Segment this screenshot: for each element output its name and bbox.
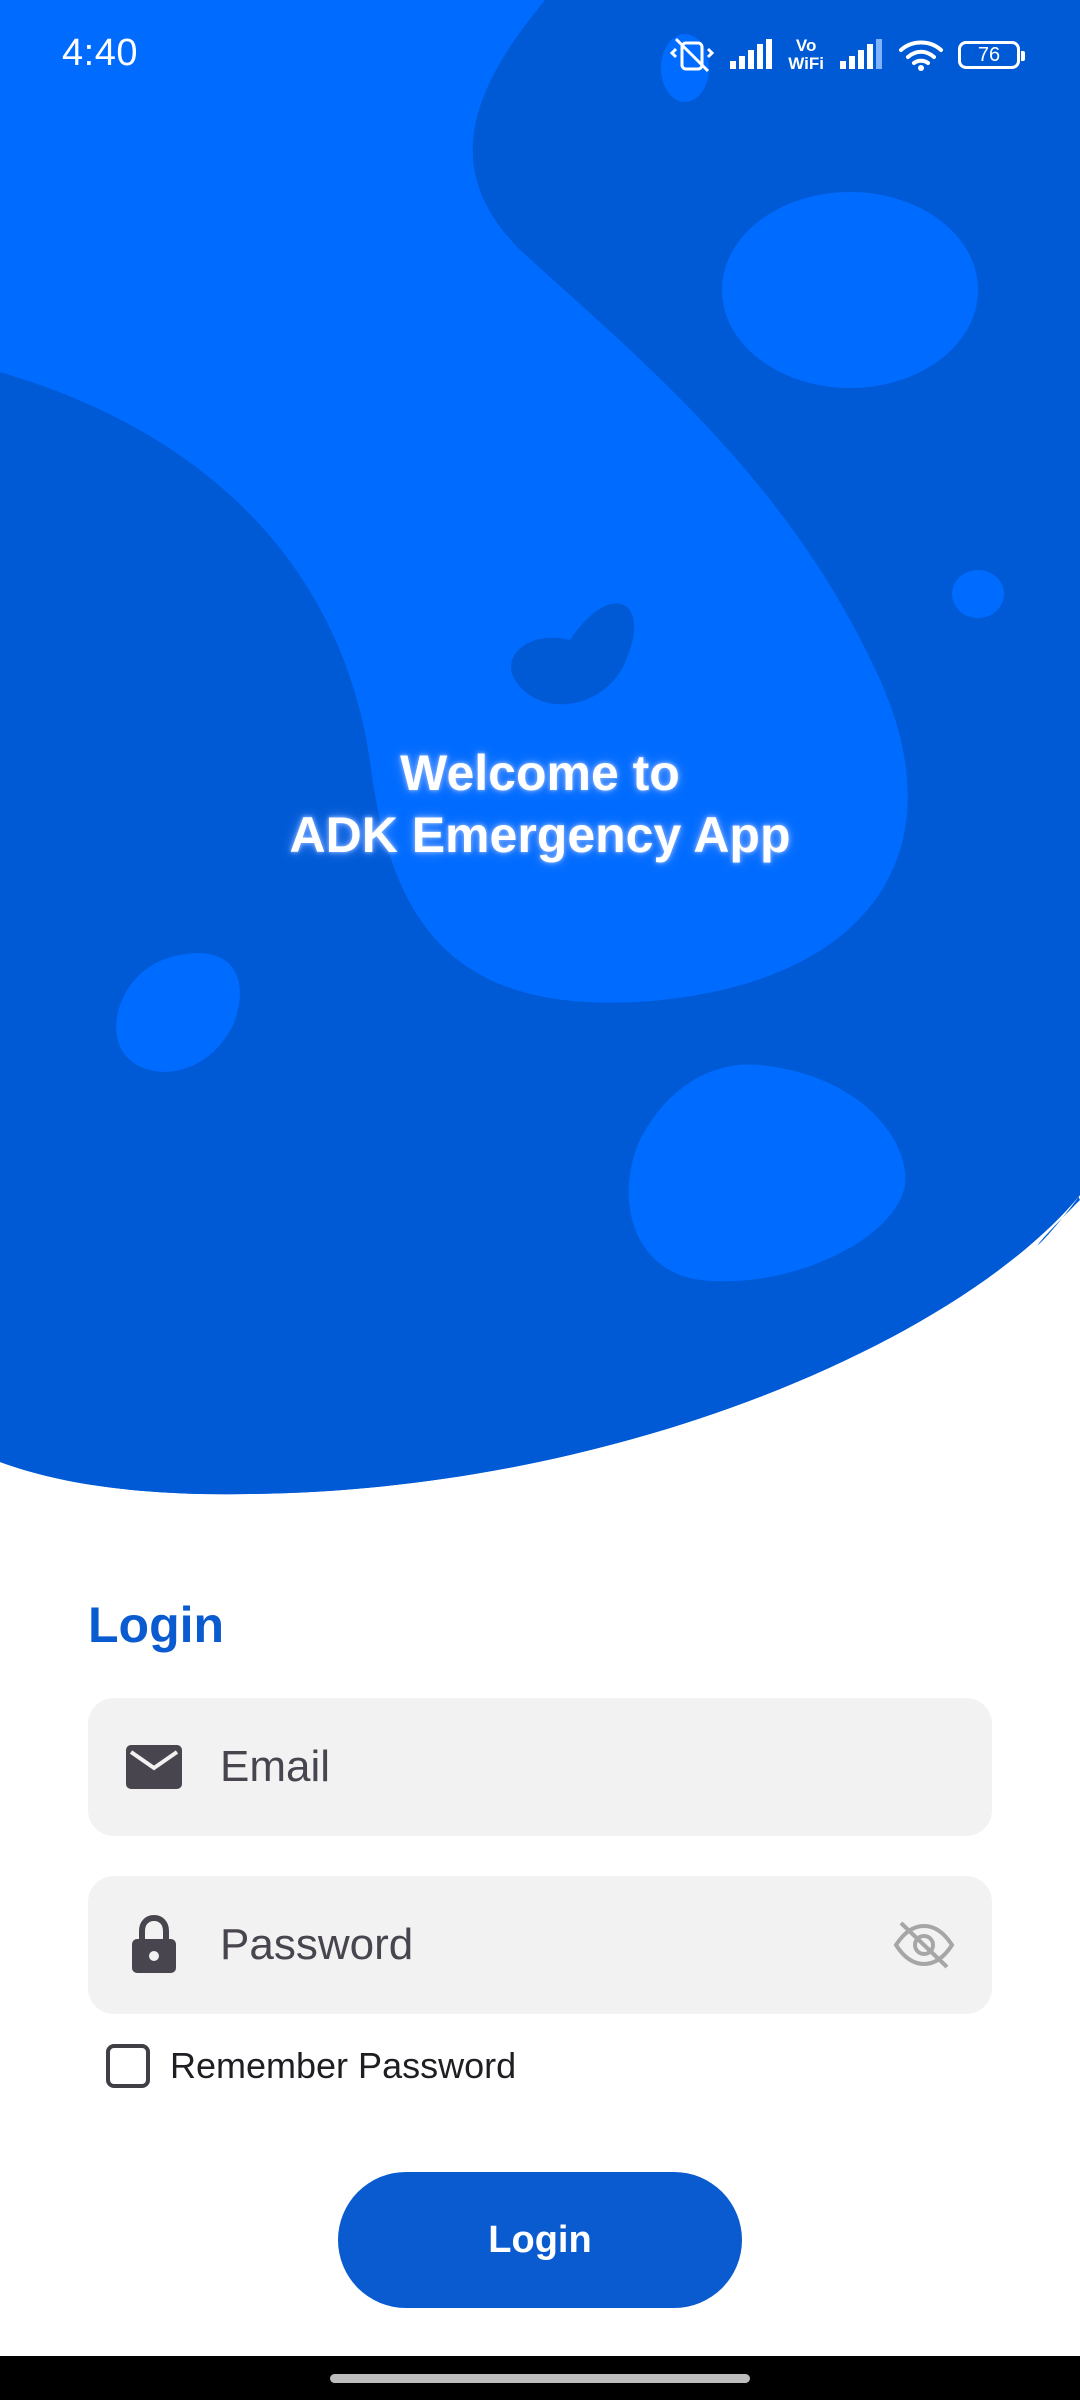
remember-password-label: Remember Password	[170, 2045, 517, 2086]
login-button[interactable]: Login	[338, 2172, 742, 2308]
wifi-icon	[898, 38, 944, 72]
signal-icon	[728, 39, 774, 71]
vowifi-top-text: Vo	[795, 36, 817, 55]
welcome-line-1: Welcome to	[400, 745, 680, 801]
battery-level: 76	[977, 43, 1001, 66]
remember-password-checkbox[interactable]	[106, 2044, 150, 2088]
login-heading: Login	[88, 1597, 225, 1653]
vowifi-icon: Vo WiFi	[788, 37, 824, 73]
battery-icon: 76	[958, 41, 1025, 69]
email-input[interactable]	[220, 1698, 860, 1836]
email-icon	[124, 1739, 184, 1795]
password-field[interactable]	[88, 1876, 992, 2014]
email-field[interactable]	[88, 1698, 992, 1836]
lock-icon	[124, 1915, 184, 1973]
welcome-title: Welcome to ADK Emergency App	[0, 742, 1080, 866]
vowifi-bottom-text: WiFi	[788, 54, 824, 73]
status-icons: Vo WiFi 76	[670, 28, 1025, 82]
muted-vibrate-icon	[670, 37, 715, 73]
status-bar: 4:40 Vo WiFi 76	[0, 0, 1080, 110]
home-indicator[interactable]	[330, 2374, 750, 2383]
welcome-line-2: ADK Emergency App	[289, 807, 791, 863]
remember-password-row[interactable]: Remember Password	[106, 2044, 516, 2088]
navigation-bar	[0, 2356, 1080, 2400]
status-time: 4:40	[62, 32, 138, 74]
password-input[interactable]	[220, 1876, 860, 2014]
eye-off-icon[interactable]	[892, 1915, 956, 1975]
signal-icon	[838, 39, 884, 71]
